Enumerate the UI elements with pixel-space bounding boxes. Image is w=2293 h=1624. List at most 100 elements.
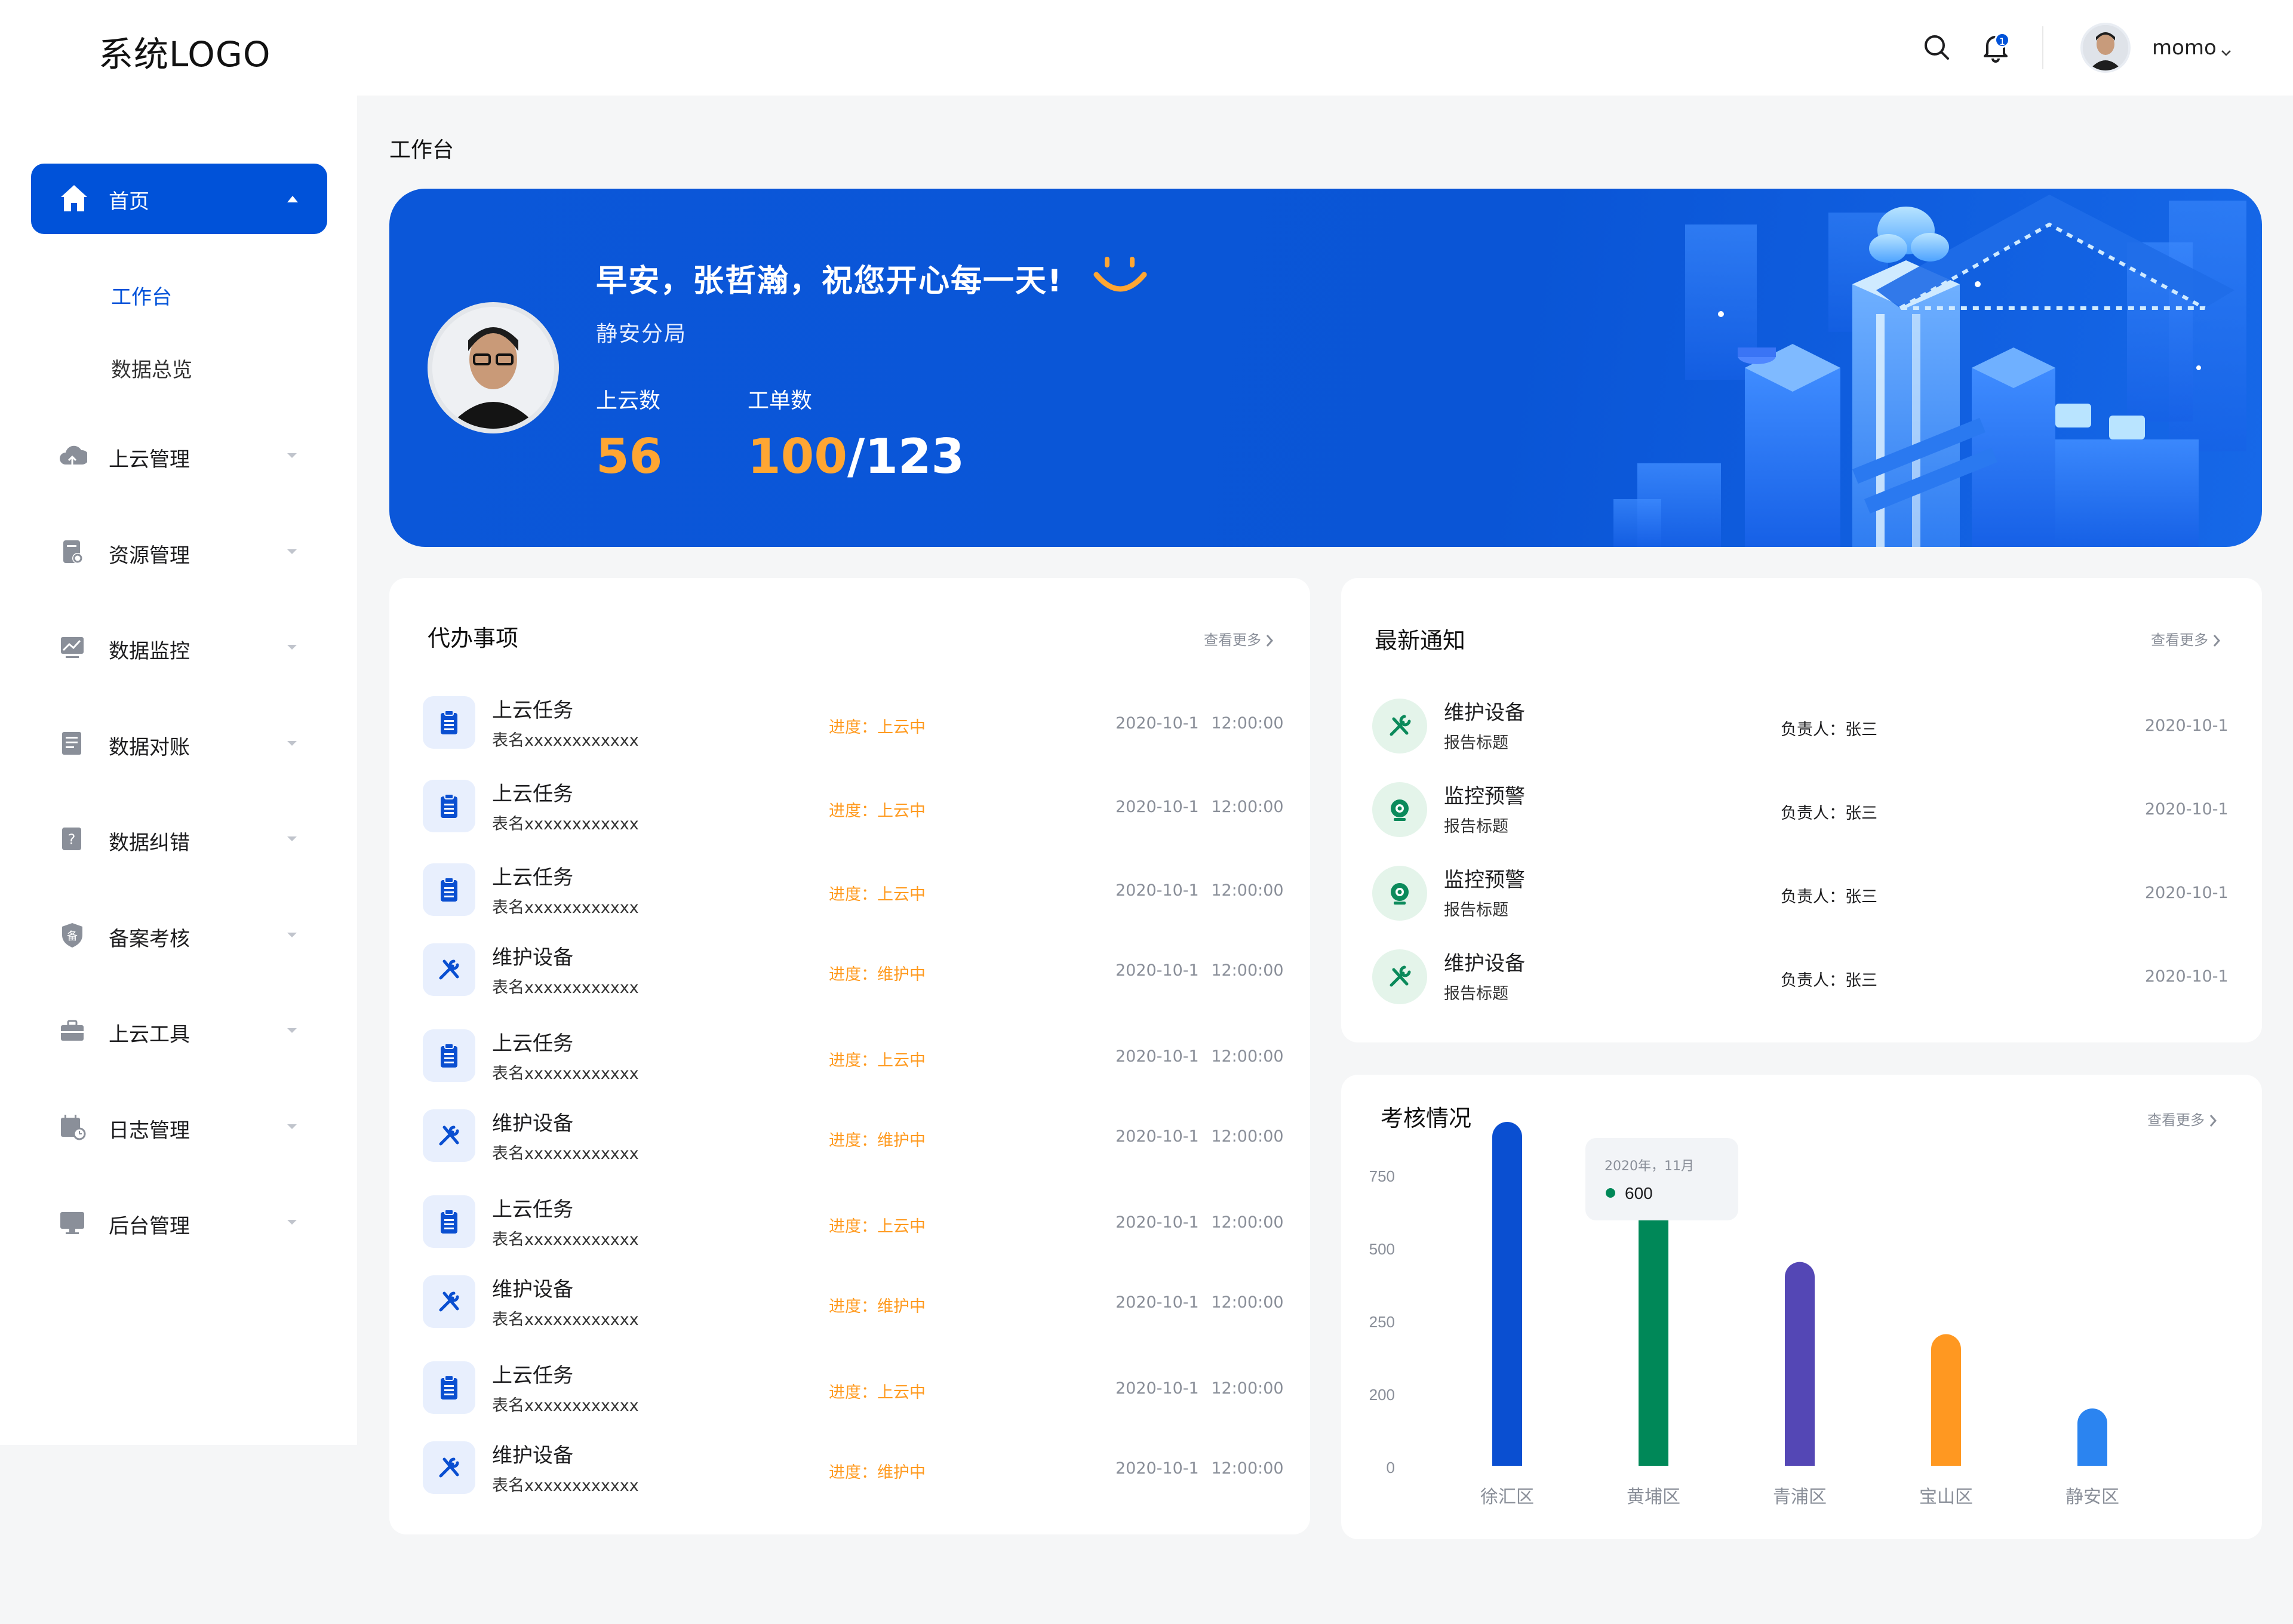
desktop-icon — [60, 1212, 84, 1234]
page-title: 工作台 — [389, 138, 454, 162]
camera-icon — [1391, 799, 1409, 821]
notice-list-item[interactable]: 维护设备 报告标题 负责人：张三 2020-10-1 — [1341, 688, 2262, 771]
x-tick-label: 静安区 — [2065, 1487, 2119, 1508]
notice-item-date: 2020-10-1 — [2145, 884, 2229, 902]
todo-item-subtitle: 表名xxxxxxxxxxxx — [492, 1145, 639, 1163]
notices-card: 最新通知 查看更多 维护设备 报告标题 负责人：张三 2020-10-1 监控预警 报告标… — [1341, 578, 2262, 1042]
todo-list-item[interactable]: 维护设备 表名xxxxxxxxxxxx 进度：维护中 2020-10-1 12:00:… — [389, 933, 1309, 1016]
chart-bar-base — [1785, 1448, 1815, 1466]
wrench-icon — [439, 1291, 459, 1312]
chart-bar[interactable] — [1931, 1334, 1961, 1466]
sidebar-item-question-doc[interactable]: ? 数据纠错 — [0, 808, 357, 868]
todo-item-title: 上云任务 — [492, 1198, 573, 1222]
caret-down-icon — [287, 1220, 297, 1225]
notification-badge: 1 — [1994, 32, 2010, 48]
chart-bar[interactable] — [1492, 1122, 1522, 1466]
sidebar-item-monitor-chart[interactable]: 数据监控 — [0, 617, 357, 676]
notice-item-subtitle: 报告标题 — [1444, 985, 1508, 1003]
sidebar-subitem-workbench[interactable]: 工作台 — [111, 281, 172, 310]
wrench-icon — [439, 1125, 459, 1146]
tooltip-date: 2020年，11月 — [1605, 1159, 1694, 1174]
clipboard-icon — [441, 793, 457, 818]
cloud-upload-icon — [60, 445, 87, 466]
todo-list-item[interactable]: 上云任务 表名xxxxxxxxxxxx 进度：上云中 2020-10-1 12:00:… — [389, 1185, 1309, 1268]
monitor-chart-icon — [61, 637, 84, 658]
todo-more-link[interactable]: 查看更多 — [1204, 628, 1274, 649]
notice-item-title: 维护设备 — [1444, 701, 1525, 725]
todo-list-item[interactable]: 维护设备 表名xxxxxxxxxxxx 进度：维护中 2020-10-1 12:00:… — [389, 1431, 1309, 1514]
todo-icon-box — [423, 696, 475, 749]
username[interactable]: momo — [2152, 36, 2217, 60]
sidebar-item-home[interactable]: 首页 — [31, 164, 327, 234]
sidebar-item-label: 资源管理 — [109, 543, 190, 568]
notices-more-link[interactable]: 查看更多 — [2151, 628, 2221, 649]
todo-card: 代办事项 查看更多 上云任务 表名xxxxxxxxxxxx 进度：上云中 2020-1… — [389, 578, 1310, 1534]
sidebar-item-toolbox[interactable]: 上云工具 — [0, 1000, 357, 1060]
resource-file-icon — [63, 540, 83, 564]
y-tick-label: 500 — [1369, 1240, 1395, 1258]
todo-item-time: 2020-10-1 12:00:00 — [1115, 798, 1284, 816]
todo-item-progress: 进度：维护中 — [829, 1297, 926, 1316]
stat-value-cloud: 56 — [596, 429, 663, 484]
notice-list-item[interactable]: 监控预警 报告标题 负责人：张三 2020-10-1 — [1341, 771, 2262, 855]
caret-down-icon — [287, 1124, 297, 1129]
clipboard-icon — [441, 710, 457, 734]
sidebar-item-calendar-log[interactable]: 日志管理 — [0, 1096, 357, 1156]
ledger-icon — [62, 731, 81, 755]
notice-item-subtitle: 报告标题 — [1444, 734, 1508, 752]
clipboard-icon — [441, 1209, 457, 1234]
calendar-log-icon — [61, 1114, 86, 1140]
sidebar-subitem-data-overview[interactable]: 数据总览 — [111, 353, 192, 383]
chart-bar[interactable] — [1639, 1185, 1668, 1466]
svg-text:备: 备 — [67, 930, 78, 943]
todo-item-progress: 进度：上云中 — [829, 802, 926, 820]
notice-item-title: 监控预警 — [1444, 785, 1525, 808]
todo-list-item[interactable]: 上云任务 表名xxxxxxxxxxxx 进度：上云中 2020-10-1 12:00:… — [389, 853, 1309, 936]
sidebar-item-label: 后台管理 — [109, 1214, 190, 1238]
todo-icon-box — [423, 1195, 475, 1248]
tooltip-dot — [1606, 1188, 1615, 1198]
sidebar-item-ledger[interactable]: 数据对账 — [0, 713, 357, 773]
todo-list-item[interactable]: 维护设备 表名xxxxxxxxxxxx 进度：维护中 2020-10-1 12:00:… — [389, 1265, 1309, 1348]
chevron-down-icon[interactable] — [2219, 45, 2233, 60]
search-icon[interactable] — [1920, 31, 1954, 64]
todo-item-title: 维护设备 — [492, 1112, 573, 1136]
chart-bar-base — [1492, 1448, 1522, 1466]
sidebar-item-cloud-upload[interactable]: 上云管理 — [0, 425, 357, 485]
todo-list-item[interactable]: 上云任务 表名xxxxxxxxxxxx 进度：上云中 2020-10-1 12:00:… — [389, 1019, 1309, 1102]
user-avatar[interactable] — [2080, 23, 2131, 73]
x-tick-label: 宝山区 — [1919, 1487, 1973, 1508]
todo-item-title: 维护设备 — [492, 1278, 573, 1302]
notice-list-item[interactable]: 监控预警 报告标题 负责人：张三 2020-10-1 — [1341, 855, 2262, 939]
todo-icon-box — [423, 863, 475, 916]
sidebar-item-resource-file[interactable]: 资源管理 — [0, 521, 357, 581]
app-logo[interactable]: 系统LOGO — [99, 26, 271, 76]
todo-item-progress: 进度：维护中 — [829, 965, 926, 984]
smile-icon — [1093, 257, 1147, 292]
sidebar-item-shield-badge[interactable]: 备 备案考核 — [0, 905, 357, 964]
todo-list-item[interactable]: 上云任务 表名xxxxxxxxxxxx 进度：上云中 2020-10-1 12:00:… — [389, 1351, 1309, 1434]
todo-item-title: 上云任务 — [492, 1032, 573, 1056]
chart-bar[interactable] — [1785, 1262, 1815, 1466]
caret-down-icon — [287, 932, 297, 937]
notice-item-subtitle: 报告标题 — [1444, 901, 1508, 919]
notice-list-item[interactable]: 维护设备 报告标题 负责人：张三 2020-10-1 — [1341, 939, 2262, 1022]
sidebar-item-desktop[interactable]: 后台管理 — [0, 1192, 357, 1251]
x-tick-label: 徐汇区 — [1480, 1487, 1534, 1508]
caret-down-icon — [287, 645, 297, 650]
sidebar-item-label: 首页 — [109, 190, 149, 214]
notice-icon-box — [1372, 866, 1427, 921]
todo-item-subtitle: 表名xxxxxxxxxxxx — [492, 1065, 639, 1083]
todo-icon-box — [423, 1109, 475, 1162]
notice-item-date: 2020-10-1 — [2145, 967, 2229, 986]
todo-item-title: 上云任务 — [492, 699, 573, 722]
todo-list-item[interactable]: 维护设备 表名xxxxxxxxxxxx 进度：维护中 2020-10-1 12:00:… — [389, 1099, 1309, 1182]
notice-icon-box — [1372, 782, 1427, 837]
notice-item-owner: 负责人：张三 — [1781, 888, 1877, 906]
todo-item-time: 2020-10-1 12:00:00 — [1115, 1047, 1284, 1066]
todo-list-item[interactable]: 上云任务 表名xxxxxxxxxxxx 进度：上云中 2020-10-1 12:00:… — [389, 769, 1309, 853]
chart-tooltip: 2020年，11月 600 — [1585, 1138, 1738, 1220]
x-tick-label: 黄埔区 — [1627, 1487, 1680, 1508]
header-divider — [2042, 26, 2043, 69]
todo-list-item[interactable]: 上云任务 表名xxxxxxxxxxxx 进度：上云中 2020-10-1 12:00:… — [389, 685, 1309, 769]
